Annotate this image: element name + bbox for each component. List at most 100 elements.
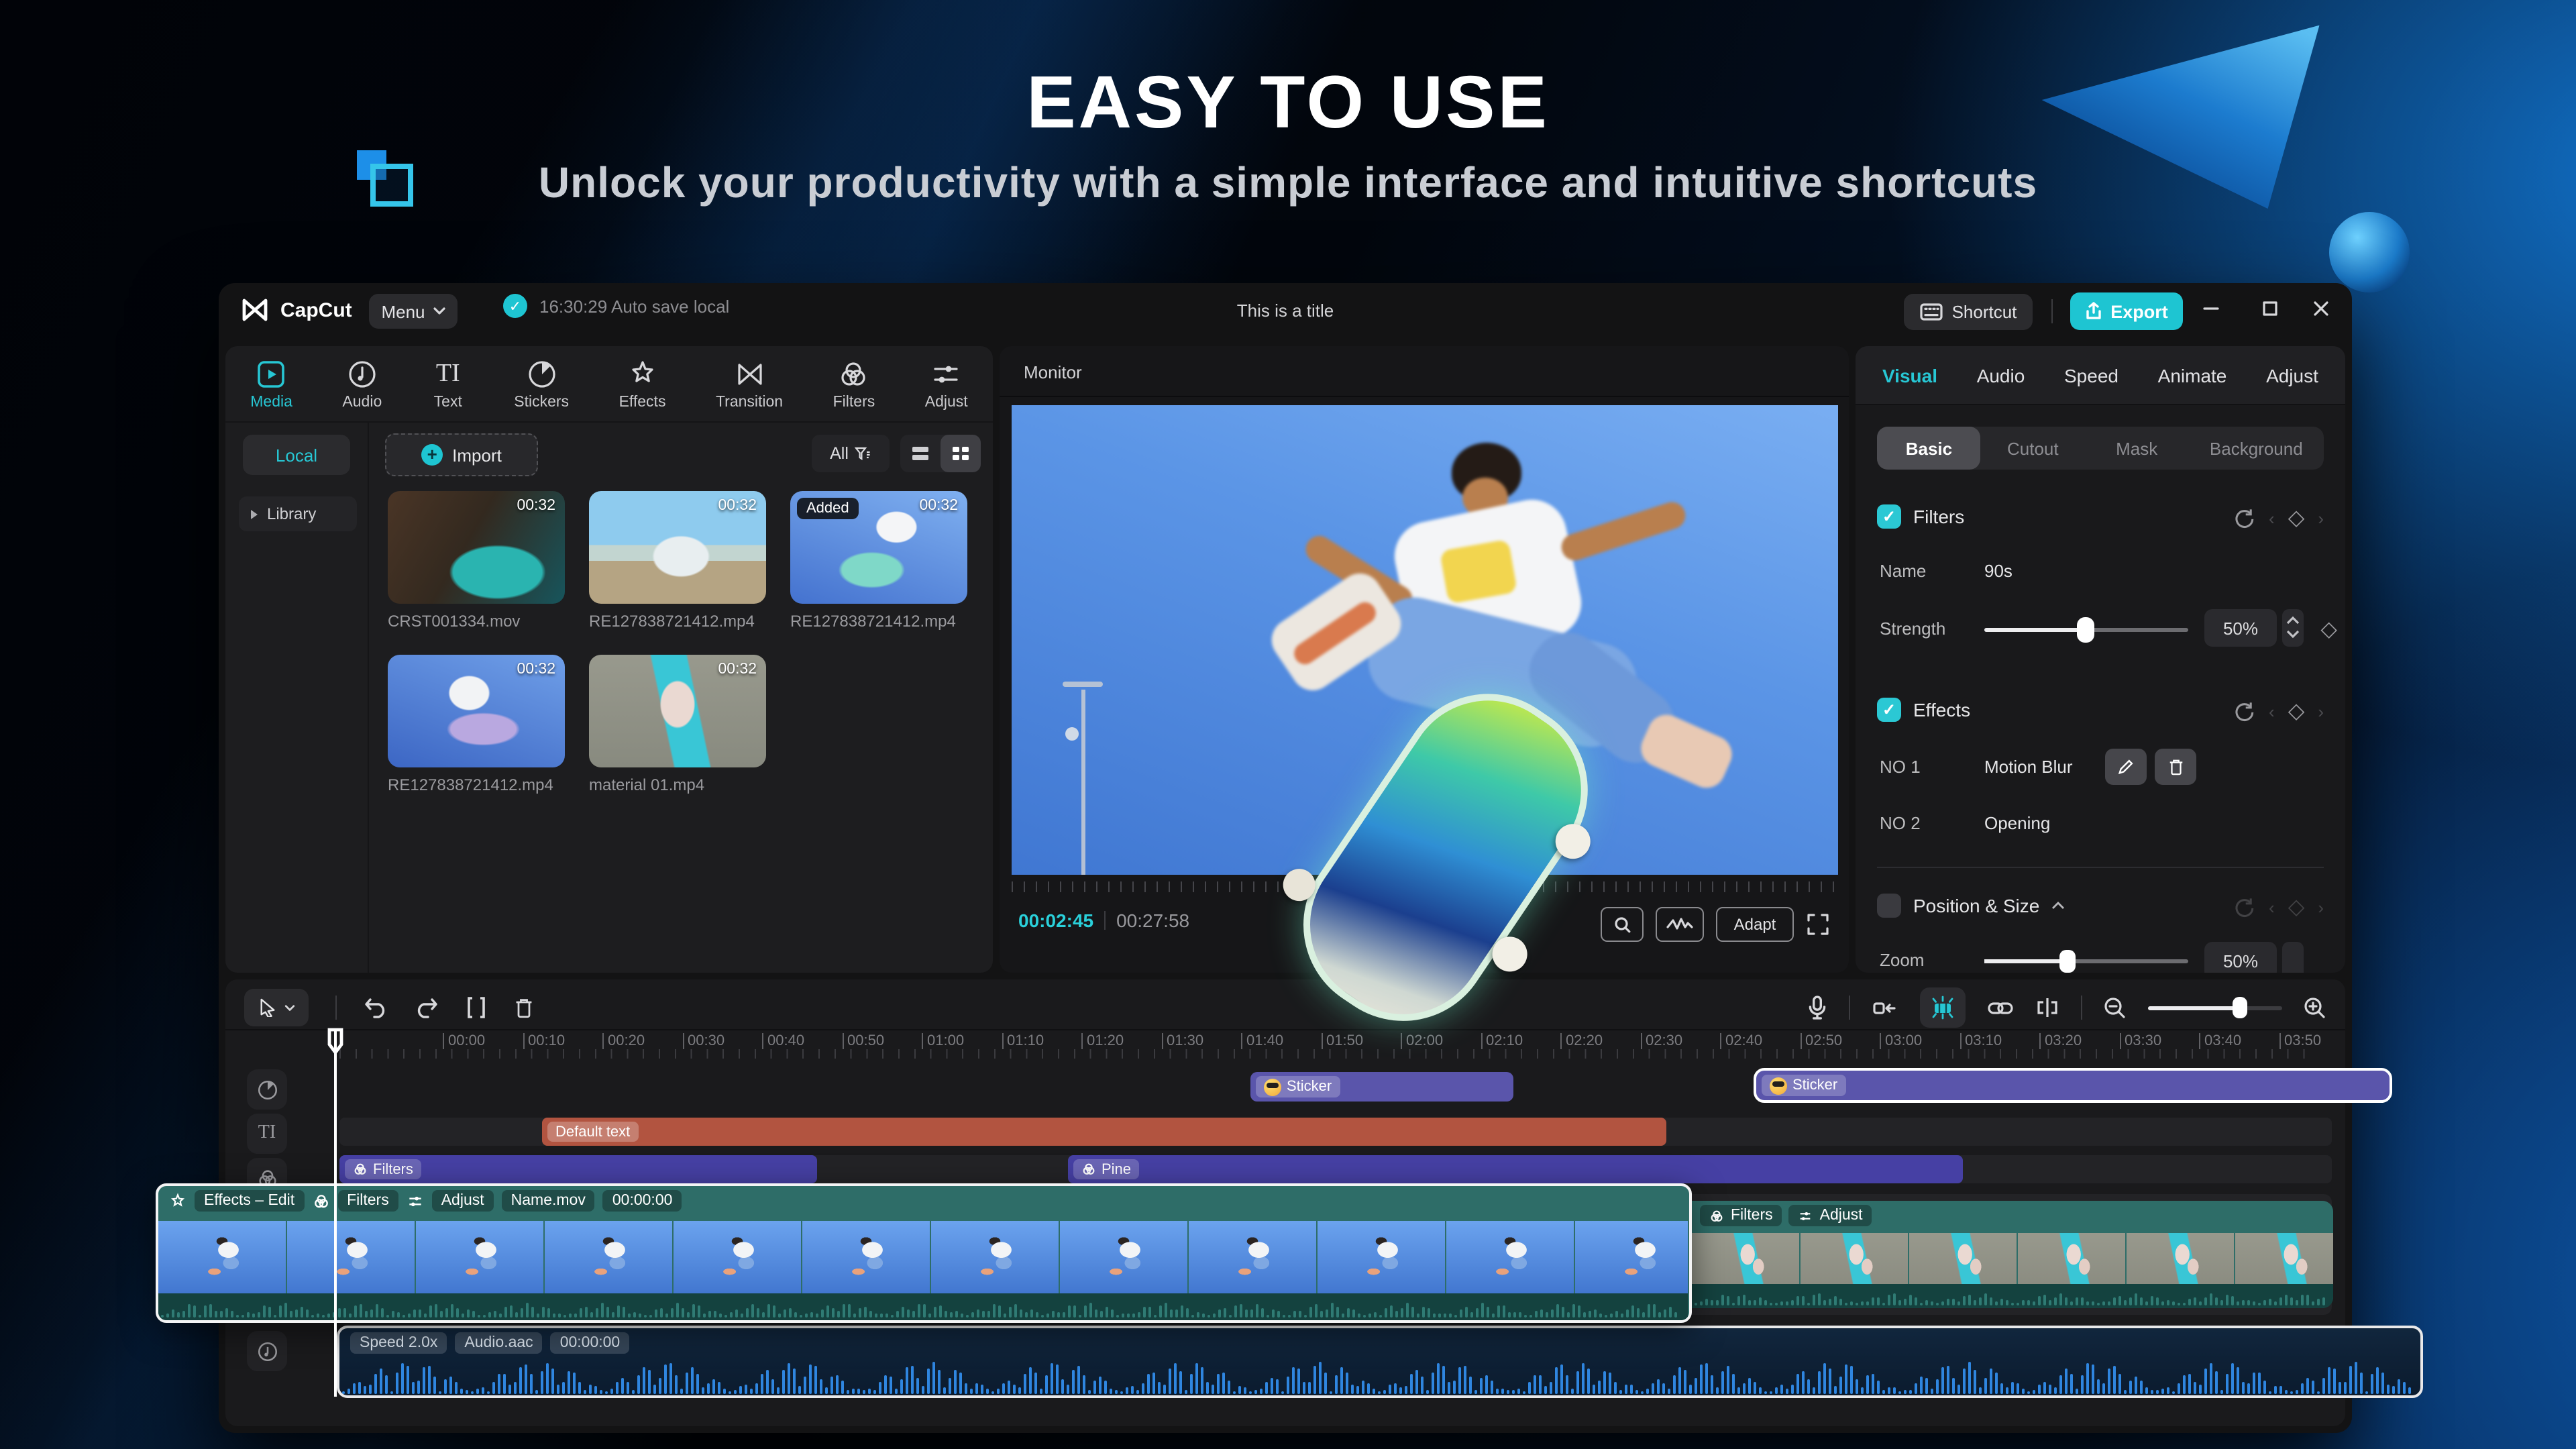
zoom-row-stepper[interactable] — [2282, 942, 2304, 973]
clip2-filmstrip — [1692, 1233, 2333, 1284]
tab-visual[interactable]: Visual — [1882, 364, 1937, 386]
media-item-3[interactable]: 00:32 Added — [790, 491, 967, 604]
split-preview-button[interactable] — [2035, 997, 2059, 1018]
strength-slider-thumb[interactable] — [2077, 617, 2094, 643]
tab-speed[interactable]: Speed — [2064, 364, 2118, 386]
edit-effect-button[interactable] — [2105, 749, 2147, 785]
text-track-icon[interactable]: TI — [247, 1114, 287, 1154]
tab-adjust-inspector[interactable]: Adjust — [2266, 364, 2318, 386]
ruler-label: 01:40 — [1241, 1033, 1283, 1049]
overlay-clip-selected[interactable]: Effects – Edit Filters Adjust Name.mov 0… — [156, 1183, 1692, 1323]
grid-view-button[interactable] — [941, 435, 981, 472]
pine-clip[interactable]: Pine — [1068, 1155, 1963, 1183]
shortcut-button[interactable]: Shortcut — [1904, 294, 2033, 330]
strength-stepper[interactable] — [2282, 609, 2304, 647]
sticker-clip-2-selected[interactable]: Sticker — [1754, 1068, 2392, 1103]
media-item-1[interactable]: 00:32 — [388, 491, 565, 604]
segment-cutout[interactable]: Cutout — [1981, 438, 2085, 458]
import-button[interactable]: + Import — [385, 433, 538, 476]
link-clips-button[interactable] — [1987, 999, 2014, 1016]
timeline-zoom-thumb[interactable] — [2233, 997, 2247, 1018]
filters-checkbox[interactable]: ✓ — [1877, 504, 1901, 529]
collapse-icon[interactable] — [2051, 902, 2065, 910]
waveform-view-button[interactable] — [1656, 907, 1704, 942]
keyframe-prev-icon[interactable]: ‹ — [2269, 701, 2275, 721]
source-tab-local[interactable]: Local — [243, 435, 350, 475]
keyframe-next-icon[interactable]: › — [2318, 701, 2324, 721]
stepper-up-icon[interactable] — [2286, 616, 2300, 625]
delete-effect-button[interactable] — [2155, 749, 2196, 785]
keyframe-next-icon[interactable]: › — [2318, 508, 2324, 528]
filters-clip[interactable]: Filters — [339, 1155, 817, 1183]
stepper-down-icon[interactable] — [2286, 629, 2300, 639]
preview-axis-button[interactable] — [1920, 987, 1966, 1028]
tab-transition[interactable]: Transition — [716, 358, 783, 410]
timeline-zoom-in-button[interactable] — [2304, 996, 2326, 1019]
select-tool-button[interactable] — [244, 989, 309, 1026]
playhead-handle[interactable] — [327, 1028, 343, 1055]
ruler-label: 01:10 — [1002, 1033, 1044, 1049]
fullscreen-button[interactable] — [1806, 912, 1830, 936]
library-tree-item[interactable]: Library — [239, 496, 357, 531]
segment-mask[interactable]: Mask — [2085, 438, 2189, 458]
waveform-icon — [1666, 918, 1693, 930]
effects-icon — [631, 360, 653, 382]
effects-checkbox[interactable]: ✓ — [1877, 698, 1901, 722]
record-voiceover-button[interactable] — [1807, 996, 1827, 1020]
ruler-label: 00:10 — [523, 1033, 565, 1049]
redo-button[interactable] — [415, 997, 439, 1018]
tab-effects[interactable]: Effects — [619, 358, 665, 410]
tab-text[interactable]: TI Text — [432, 358, 464, 410]
delete-button[interactable] — [514, 997, 534, 1018]
media-item-4[interactable]: 00:32 — [388, 655, 565, 767]
tab-audio-inspector[interactable]: Audio — [1977, 364, 2025, 386]
strength-slider[interactable] — [1984, 617, 2188, 643]
split-button[interactable] — [466, 997, 487, 1018]
reset-icon[interactable] — [2233, 700, 2255, 722]
segment-background[interactable]: Background — [2189, 438, 2324, 458]
maximize-button[interactable] — [2261, 299, 2279, 318]
media-item-5[interactable]: 00:32 — [589, 655, 766, 767]
video-clip-2[interactable]: Filters Adjust — [1692, 1201, 2333, 1308]
keyframe-diamond-icon[interactable]: ◇ — [2288, 698, 2305, 724]
segment-basic[interactable]: Basic — [1877, 427, 1981, 470]
sticker-track-icon[interactable] — [247, 1069, 287, 1110]
pine-clip-label: Pine — [1102, 1161, 1132, 1177]
reset-icon[interactable] — [2233, 506, 2255, 529]
timeline-zoom-slider[interactable] — [2148, 997, 2282, 1018]
tab-adjust[interactable]: Adjust — [925, 358, 968, 410]
tab-animate[interactable]: Animate — [2158, 364, 2227, 386]
zoom-row-slider[interactable] — [1984, 950, 2188, 973]
audio-track-icon[interactable] — [247, 1331, 287, 1371]
strength-value-box[interactable]: 50% — [2204, 609, 2277, 647]
position-size-checkbox[interactable] — [1877, 894, 1901, 918]
tab-filters[interactable]: Filters — [833, 358, 875, 410]
undo-button[interactable] — [364, 997, 388, 1018]
media-item-2[interactable]: 00:32 — [589, 491, 766, 604]
tab-stickers[interactable]: Stickers — [514, 358, 569, 410]
streetlight-lamp — [1065, 727, 1079, 741]
audio-clip-selected[interactable]: Speed 2.0x Audio.aac 00:00:00 — [337, 1326, 2423, 1398]
adapt-dropdown[interactable]: Adapt — [1716, 907, 1794, 942]
timeline-ruler[interactable]: 00:00 00:10 00:20 00:30 00:40 00:50 01:00 01:10… — [225, 1029, 2345, 1063]
keyframe-diamond-icon[interactable]: ◇ — [2320, 616, 2337, 643]
keyframe-diamond-icon[interactable]: ◇ — [2288, 504, 2305, 531]
close-button[interactable] — [2312, 299, 2330, 318]
minimize-button[interactable] — [2202, 299, 2220, 318]
timeline-zoom-out-button[interactable] — [2104, 996, 2127, 1019]
export-button[interactable]: Export — [2070, 292, 2183, 330]
position-size-header[interactable]: Position & Size — [1877, 894, 2065, 918]
keyframe-prev-icon[interactable]: ‹ — [2269, 508, 2275, 528]
list-view-button[interactable] — [900, 435, 941, 472]
text-clip[interactable]: Default text — [542, 1118, 1666, 1146]
tab-audio[interactable]: Audio — [342, 358, 382, 410]
keyframe-next-icon: › — [2318, 897, 2324, 917]
zoom-row-value-box[interactable]: 50% — [2204, 942, 2277, 973]
tab-media[interactable]: Media — [250, 358, 292, 410]
ruler-label: 01:00 — [922, 1033, 964, 1049]
snap-toggle-button[interactable] — [1872, 998, 1898, 1018]
playhead-line[interactable] — [334, 1030, 337, 1397]
sticker-clip-1[interactable]: Sticker — [1250, 1072, 1513, 1102]
preview-zoom-button[interactable] — [1601, 907, 1644, 942]
filter-all-dropdown[interactable]: All — [812, 435, 890, 472]
